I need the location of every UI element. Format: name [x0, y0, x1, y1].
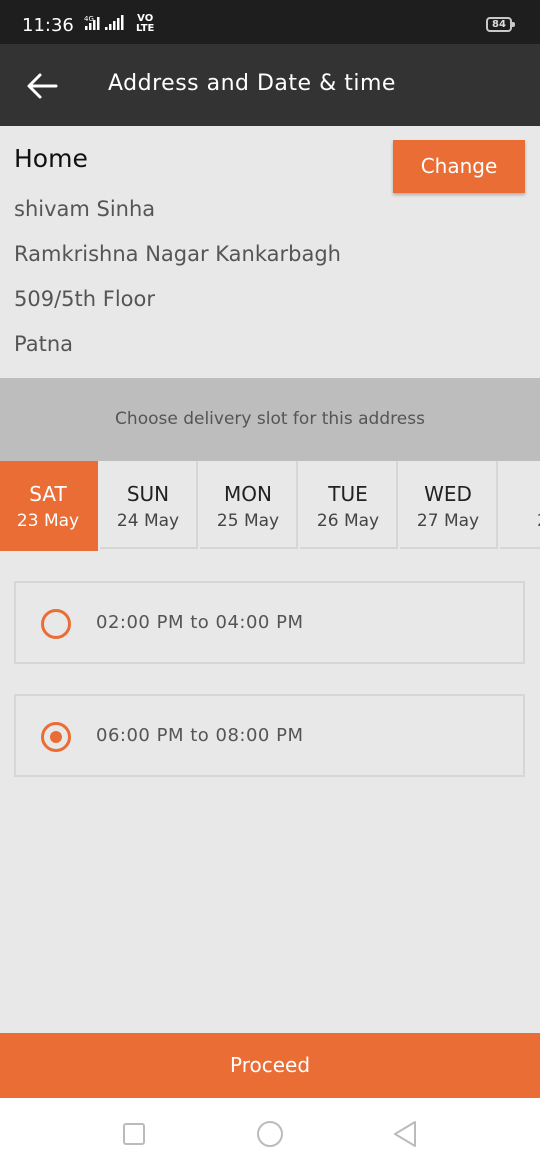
day-date: 23 May — [16, 511, 80, 531]
status-bar: 11:36 4G VO LTE 84 — [0, 0, 540, 44]
recent-apps-icon[interactable] — [118, 1118, 150, 1150]
day-selector: SAT 23 May SUN 24 May MON 25 May TUE 26 … — [0, 461, 540, 551]
day-tab-sat[interactable]: SAT 23 May — [0, 461, 98, 551]
page-title: Address and Date & time — [108, 71, 396, 96]
signal-icon: 4G — [84, 14, 132, 36]
day-name: T — [500, 482, 540, 506]
day-name: SUN — [126, 482, 170, 506]
day-date: 26 May — [316, 511, 380, 531]
time-slot-option[interactable]: 06:00 PM to 08:00 PM — [14, 694, 525, 777]
day-tab-mon[interactable]: MON 25 May — [200, 461, 298, 549]
day-date: 28 — [500, 511, 540, 531]
system-nav-bar — [0, 1098, 540, 1170]
address-card: Home Change shivam Sinha Ramkrishna Naga… — [0, 126, 540, 378]
day-tab-sun[interactable]: SUN 24 May — [100, 461, 198, 549]
day-date: 25 May — [216, 511, 280, 531]
time-slot-label: 06:00 PM to 08:00 PM — [96, 725, 304, 746]
arrow-left-icon — [27, 73, 58, 99]
day-name: WED — [424, 482, 472, 506]
status-time: 11:36 — [22, 15, 74, 36]
volte-bottom-label: LTE — [136, 23, 155, 34]
day-tab-wed[interactable]: WED 27 May — [400, 461, 498, 549]
radio-selected-icon[interactable] — [41, 722, 71, 752]
address-city: Patna — [14, 332, 74, 356]
back-button[interactable] — [24, 66, 64, 106]
back-nav-icon[interactable] — [389, 1118, 421, 1150]
proceed-button[interactable]: Proceed — [0, 1033, 540, 1098]
radio-unselected-icon[interactable] — [41, 609, 71, 639]
day-date: 24 May — [116, 511, 180, 531]
time-slot-option[interactable]: 02:00 PM to 04:00 PM — [14, 581, 525, 664]
day-name: SAT — [29, 482, 67, 506]
address-name: shivam Sinha — [14, 197, 156, 221]
volte-icon: VO LTE — [136, 14, 154, 34]
address-line-2: 509/5th Floor — [14, 287, 155, 311]
address-type: Home — [14, 144, 88, 173]
day-date: 27 May — [416, 511, 480, 531]
time-slot-label: 02:00 PM to 04:00 PM — [96, 612, 304, 633]
address-line-1: Ramkrishna Nagar Kankarbagh — [14, 242, 341, 266]
delivery-slot-header: Choose delivery slot for this address — [0, 378, 540, 461]
battery-icon: 84 — [486, 17, 515, 32]
day-tab-thu[interactable]: T 28 — [500, 461, 540, 549]
day-name: TUE — [328, 482, 368, 506]
network-type-label: 4G — [84, 15, 94, 23]
app-bar: Address and Date & time — [0, 44, 540, 126]
home-icon[interactable] — [254, 1118, 286, 1150]
day-name: MON — [224, 482, 272, 506]
radio-dot — [50, 731, 62, 743]
change-address-button[interactable]: Change — [393, 140, 525, 193]
day-tab-tue[interactable]: TUE 26 May — [300, 461, 398, 549]
